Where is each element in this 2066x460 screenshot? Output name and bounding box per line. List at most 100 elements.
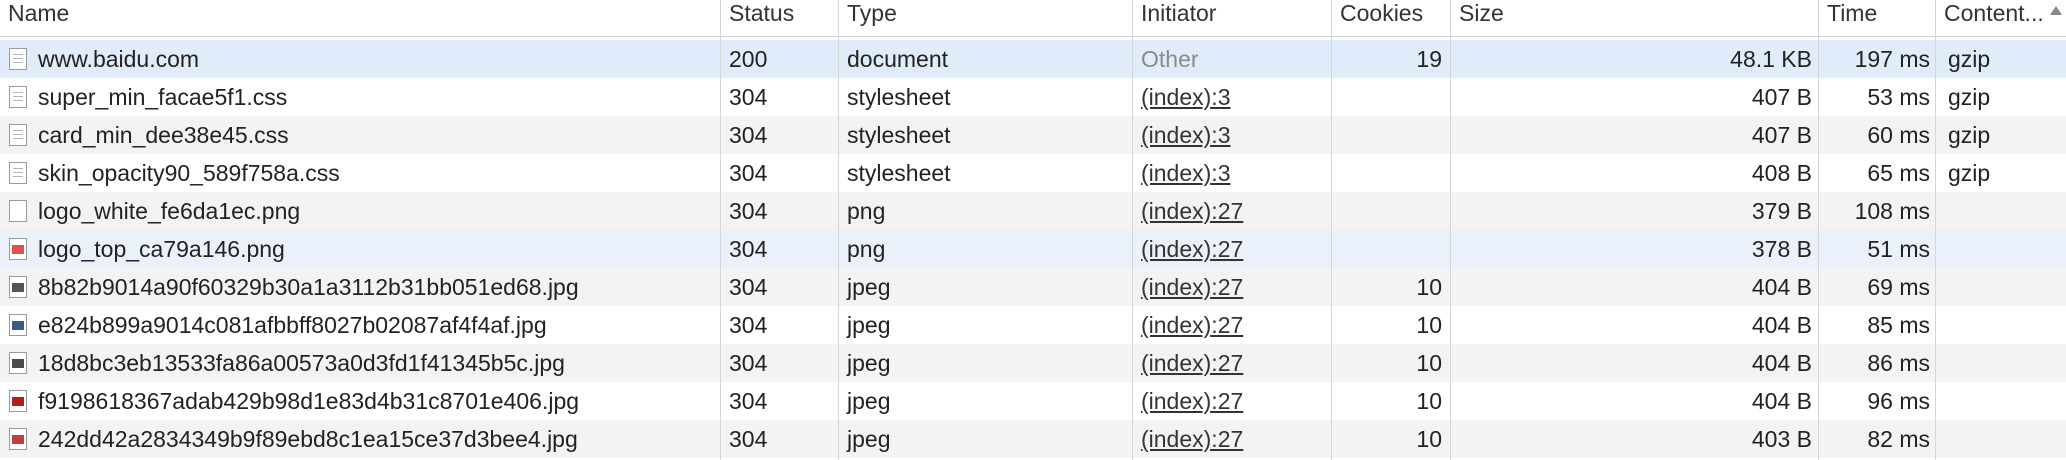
- column-divider[interactable]: [1331, 0, 1332, 460]
- initiator-link[interactable]: (index):27: [1133, 382, 1331, 420]
- request-time: 86 ms: [1867, 350, 1930, 376]
- column-header-status[interactable]: Status: [721, 0, 838, 36]
- request-time: 69 ms: [1867, 274, 1930, 300]
- request-cookies: [1332, 154, 1450, 192]
- table-row[interactable]: super_min_facae5f1.css 304 stylesheet (inde…: [0, 78, 2066, 116]
- request-name[interactable]: f9198618367adab429b98d1e83d4b31c8701e406…: [0, 382, 720, 420]
- request-initiator: Other: [1141, 46, 1199, 72]
- table-header: Name Status Type Initiator Cookies Size …: [0, 0, 2066, 37]
- table-row[interactable]: logo_top_ca79a146.png 304 png (index):27 378…: [0, 230, 2066, 268]
- request-content-encoding: gzip: [1948, 160, 1991, 186]
- initiator-link[interactable]: (index):3: [1133, 154, 1331, 192]
- request-status: 200: [729, 46, 768, 72]
- request-name[interactable]: 18d8bc3eb13533fa86a00573a0d3fd1f41345b5c…: [0, 344, 720, 382]
- initiator-link[interactable]: (index):3: [1133, 116, 1331, 154]
- request-time: 96 ms: [1867, 388, 1930, 414]
- request-name[interactable]: 8b82b9014a90f60329b30a1a3112b31bb051ed68…: [0, 268, 720, 306]
- request-type: png: [847, 198, 886, 224]
- request-status: 304: [729, 350, 768, 376]
- table-row[interactable]: 18d8bc3eb13533fa86a00573a0d3fd1f41345b5c…: [0, 344, 2066, 382]
- column-divider[interactable]: [720, 0, 721, 460]
- table-row[interactable]: www.baidu.com 200 document Other 19 48.1 KB 19…: [0, 40, 2066, 78]
- request-status: 304: [729, 122, 768, 148]
- request-content-encoding: gzip: [1948, 122, 1991, 148]
- column-header-time[interactable]: Time: [1819, 0, 1935, 36]
- request-cookies: 10: [1416, 388, 1442, 414]
- request-type: jpeg: [847, 274, 891, 300]
- initiator-link[interactable]: (index):27: [1133, 268, 1331, 306]
- request-type: stylesheet: [847, 84, 951, 110]
- table-row[interactable]: 242dd42a2834349b9f89ebd8c1ea15ce37d3bee4…: [0, 420, 2066, 458]
- request-status: 304: [729, 236, 768, 262]
- request-type: stylesheet: [847, 122, 951, 148]
- request-size: 407 B: [1751, 84, 1812, 110]
- request-cookies: [1332, 116, 1450, 154]
- request-status: 304: [729, 426, 768, 452]
- request-content-encoding: [1936, 192, 2066, 230]
- request-content-encoding: gzip: [1948, 46, 1991, 72]
- request-content-encoding: [1936, 230, 2066, 268]
- request-status: 304: [729, 160, 768, 186]
- request-name[interactable]: card_min_dee38e45.css: [0, 116, 720, 154]
- table-row[interactable]: e824b899a9014c081afbbff8027b02087af4f4af…: [0, 306, 2066, 344]
- request-cookies: [1332, 78, 1450, 116]
- column-header-cookies[interactable]: Cookies: [1332, 0, 1450, 36]
- column-header-size[interactable]: Size: [1451, 0, 1818, 36]
- request-size: 379 B: [1751, 198, 1812, 224]
- request-type: jpeg: [847, 312, 891, 338]
- column-header-name[interactable]: Name: [0, 0, 720, 36]
- network-request-table: Name Status Type Initiator Cookies Size …: [0, 0, 2066, 460]
- initiator-link[interactable]: (index):27: [1133, 344, 1331, 382]
- request-cookies: [1332, 192, 1450, 230]
- request-time: 82 ms: [1867, 426, 1930, 452]
- initiator-link[interactable]: (index):27: [1133, 420, 1331, 458]
- request-status: 304: [729, 84, 768, 110]
- request-cookies: 10: [1416, 350, 1442, 376]
- request-size: 403 B: [1751, 426, 1812, 452]
- column-divider[interactable]: [1935, 0, 1936, 460]
- column-divider[interactable]: [1818, 0, 1819, 460]
- request-size: 404 B: [1751, 388, 1812, 414]
- request-name[interactable]: super_min_facae5f1.css: [0, 78, 720, 116]
- request-size: 48.1 KB: [1730, 46, 1812, 72]
- initiator-link[interactable]: (index):27: [1133, 306, 1331, 344]
- column-header-content-encoding[interactable]: Content...: [1936, 0, 2066, 36]
- initiator-link[interactable]: (index):27: [1133, 192, 1331, 230]
- column-header-type[interactable]: Type: [839, 0, 1132, 36]
- table-row[interactable]: skin_opacity90_589f758a.css 304 stylesheet…: [0, 154, 2066, 192]
- request-size: 404 B: [1751, 350, 1812, 376]
- request-status: 304: [729, 198, 768, 224]
- column-divider[interactable]: [1132, 0, 1133, 460]
- request-size: 407 B: [1751, 122, 1812, 148]
- request-cookies: 10: [1416, 274, 1442, 300]
- request-time: 60 ms: [1867, 122, 1930, 148]
- table-row[interactable]: 8b82b9014a90f60329b30a1a3112b31bb051ed68…: [0, 268, 2066, 306]
- initiator-link[interactable]: (index):27: [1133, 230, 1331, 268]
- request-type: stylesheet: [847, 160, 951, 186]
- column-divider[interactable]: [838, 0, 839, 460]
- request-name[interactable]: logo_white_fe6da1ec.png: [0, 192, 720, 230]
- table-row[interactable]: logo_white_fe6da1ec.png 304 png (index):27 3…: [0, 192, 2066, 230]
- request-content-encoding: [1936, 382, 2066, 420]
- column-divider[interactable]: [1450, 0, 1451, 460]
- request-type: png: [847, 236, 886, 262]
- request-time: 53 ms: [1867, 84, 1930, 110]
- request-name[interactable]: logo_top_ca79a146.png: [0, 230, 720, 268]
- request-name[interactable]: 242dd42a2834349b9f89ebd8c1ea15ce37d3bee4…: [0, 420, 720, 458]
- request-time: 51 ms: [1867, 236, 1930, 262]
- sort-ascending-icon[interactable]: [2050, 6, 2062, 15]
- initiator-link[interactable]: (index):3: [1133, 78, 1331, 116]
- request-content-encoding: [1936, 268, 2066, 306]
- request-cookies: 10: [1416, 426, 1442, 452]
- column-header-initiator[interactable]: Initiator: [1133, 0, 1331, 36]
- request-name[interactable]: skin_opacity90_589f758a.css: [0, 154, 720, 192]
- table-row[interactable]: f9198618367adab429b98d1e83d4b31c8701e406…: [0, 382, 2066, 420]
- request-time: 85 ms: [1867, 312, 1930, 338]
- request-name[interactable]: www.baidu.com: [0, 40, 720, 78]
- request-content-encoding: gzip: [1948, 84, 1991, 110]
- request-size: 404 B: [1751, 274, 1812, 300]
- request-name[interactable]: e824b899a9014c081afbbff8027b02087af4f4af…: [0, 306, 720, 344]
- request-cookies: [1332, 230, 1450, 268]
- request-content-encoding: [1936, 306, 2066, 344]
- table-row[interactable]: card_min_dee38e45.css 304 stylesheet (index…: [0, 116, 2066, 154]
